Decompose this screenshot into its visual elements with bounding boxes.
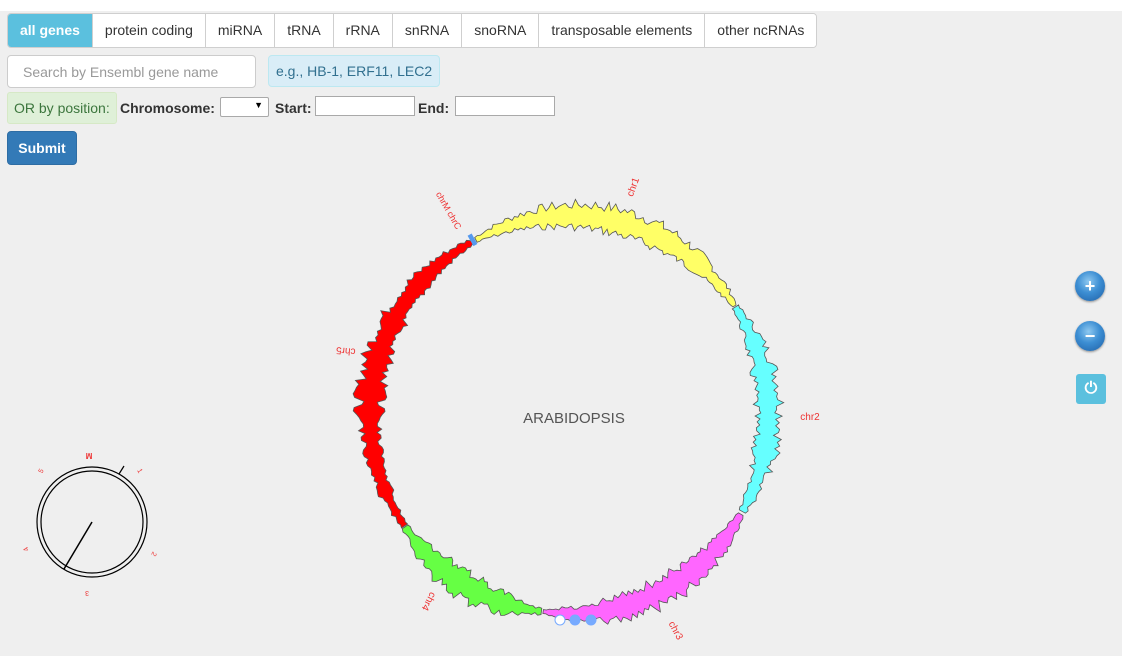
start-label: Start: bbox=[275, 100, 312, 116]
zoom-out-button[interactable]: − bbox=[1075, 321, 1105, 351]
carousel-dots bbox=[554, 614, 597, 626]
genome-center-label: ARABIDOPSIS bbox=[523, 410, 625, 427]
minimap-tick bbox=[118, 465, 125, 475]
chr2-track[interactable] bbox=[731, 304, 785, 514]
chr5-track[interactable] bbox=[352, 237, 476, 529]
chromosome-label: Chromosome: bbox=[120, 100, 215, 116]
zoom-in-button[interactable]: + bbox=[1075, 271, 1105, 301]
tab-snorna[interactable]: snoRNA bbox=[461, 14, 539, 47]
chromosome-ring bbox=[352, 198, 785, 625]
tab-trna[interactable]: tRNA bbox=[274, 14, 333, 47]
gene-type-tabs: all genes protein coding miRNA tRNA rRNA snRN… bbox=[7, 13, 818, 48]
top-bar bbox=[0, 0, 1122, 11]
chromosome-label: chr3 bbox=[666, 620, 685, 643]
power-icon: ⏻ bbox=[1084, 380, 1098, 397]
position-search-row: OR by position: Chromosome: ▼ Start: End… bbox=[7, 92, 627, 124]
gene-search-input[interactable] bbox=[7, 55, 256, 88]
plus-circle-icon: + bbox=[1084, 276, 1096, 296]
or-by-position-label: OR by position: bbox=[7, 92, 117, 124]
tab-other-ncrnas[interactable]: other ncRNAs bbox=[704, 14, 817, 47]
tab-transposable-elements[interactable]: transposable elements bbox=[538, 14, 705, 47]
search-hint: e.g., HB-1, ERF11, LEC2 bbox=[268, 55, 441, 87]
tab-rrna[interactable]: rRNA bbox=[332, 14, 392, 47]
chr3-track[interactable] bbox=[542, 512, 744, 625]
tab-snrna[interactable]: snRNA bbox=[391, 14, 462, 47]
chromosome-select[interactable]: ▼ bbox=[220, 97, 269, 117]
minimap-label: 5 bbox=[38, 468, 46, 475]
organelle-labels: chrM chrC bbox=[434, 190, 464, 231]
minimap-label: 2 bbox=[149, 550, 157, 557]
chromosome-label: chr5 bbox=[335, 344, 356, 357]
tab-mirna[interactable]: miRNA bbox=[204, 14, 275, 47]
organelle-track[interactable] bbox=[467, 233, 478, 247]
minimap-label: M bbox=[85, 451, 92, 460]
tab-all-genes[interactable]: all genes bbox=[8, 14, 92, 47]
chr1-track[interactable] bbox=[474, 198, 737, 308]
end-input[interactable] bbox=[455, 96, 555, 116]
end-label: End: bbox=[418, 100, 450, 116]
reset-view-button[interactable]: ⏻ bbox=[1076, 374, 1106, 404]
minimap-needle bbox=[63, 521, 93, 570]
tab-protein-coding[interactable]: protein coding bbox=[91, 14, 205, 47]
minimap-ring bbox=[36, 466, 148, 578]
minimap-label: 3 bbox=[85, 589, 89, 596]
submit-button[interactable]: Submit bbox=[7, 131, 77, 165]
carousel-dot[interactable] bbox=[569, 614, 581, 626]
genome-minimap: M 1 2 3 4 5 bbox=[23, 451, 158, 596]
minimap-label: 4 bbox=[23, 545, 31, 552]
start-input[interactable] bbox=[315, 96, 415, 116]
chromosome-label: chr1 bbox=[625, 176, 642, 198]
minus-circle-icon: − bbox=[1084, 326, 1096, 346]
minimap-label: 1 bbox=[135, 468, 143, 475]
carousel-dot[interactable] bbox=[554, 614, 566, 626]
chr4-track[interactable] bbox=[401, 524, 543, 616]
bottom-bar bbox=[0, 656, 1122, 660]
carousel-dot[interactable] bbox=[585, 614, 597, 626]
minimap-ring bbox=[40, 470, 144, 574]
chromosome-labels: chr1 chr2 chr3 chr4 chr5 chrM chrC bbox=[335, 176, 820, 643]
chromosome-label: chr2 bbox=[800, 412, 820, 423]
dropdown-arrow-icon: ▼ bbox=[254, 100, 263, 110]
chromosome-label: chr4 bbox=[419, 590, 438, 613]
